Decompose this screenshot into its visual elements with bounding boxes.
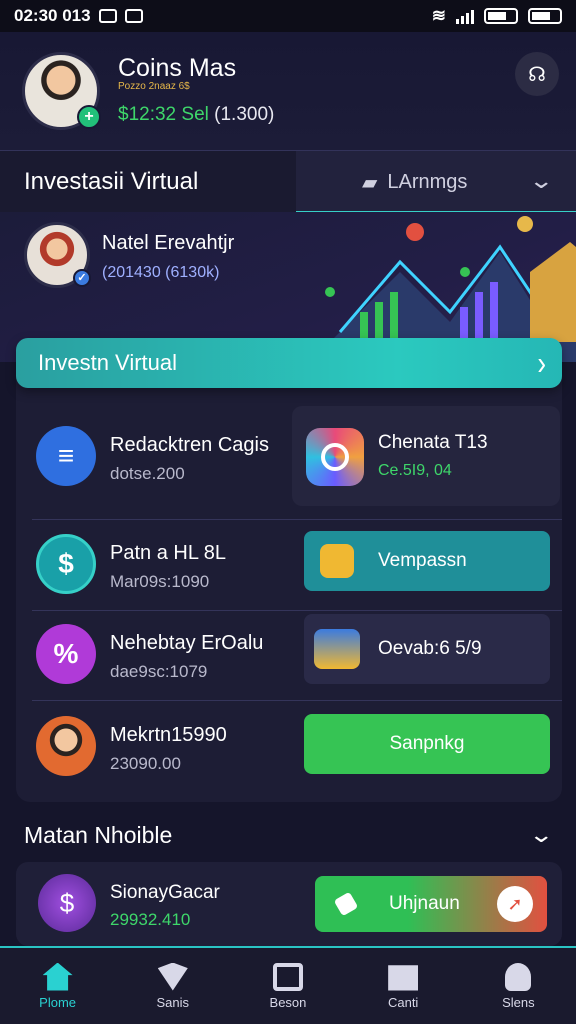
avatar-icon (36, 716, 96, 776)
plus-badge-icon: + (77, 105, 101, 129)
bottom-card-subtitle: 29932.410 (110, 910, 191, 929)
divider (32, 519, 562, 520)
section-title: Matan Nhoible (24, 822, 173, 848)
list-item[interactable]: ≡ Redacktren Cagis dotse.200 (32, 414, 292, 502)
investn-virtual-banner[interactable]: Investn Virtual › (16, 338, 562, 388)
nav-home[interactable]: Plome (13, 962, 103, 1010)
home-icon (42, 962, 73, 991)
user-name: Coins Mas (118, 54, 237, 82)
bottom-card-title: SionayGacar (110, 882, 220, 903)
box-icon (272, 962, 303, 991)
nav-slens[interactable]: Slens (473, 962, 563, 1010)
vempassn-label: Vempassn (378, 550, 467, 571)
list-item-title: Nehebtay ErOalu (110, 632, 264, 654)
envelope-icon (320, 544, 354, 578)
balance-extra: (1.300) (214, 104, 275, 125)
user-icon (505, 962, 532, 991)
list-item[interactable]: $ Patn a HL 8L Mar09s:1090 (32, 522, 292, 610)
uhjnaun-label: Uhjnaun (389, 893, 460, 914)
nav-sanis[interactable]: Sanis (128, 962, 218, 1010)
divider (32, 700, 562, 701)
camera-icon (306, 428, 364, 486)
notification-icon (98, 9, 117, 23)
message-icon (124, 9, 143, 23)
support-button[interactable]: ☊ (515, 52, 559, 96)
list-item-subtitle: Mar09s:1090 (110, 572, 210, 591)
shield-icon (157, 962, 188, 991)
hero-name: Natel Erevahtjr (102, 232, 235, 254)
tab-learnings[interactable]: ▰ LArnmgs (362, 151, 467, 213)
signal-icon (456, 8, 474, 24)
tab-bar: Investasii Virtual ▰ LArnmgs ⌄ (0, 150, 576, 213)
sanpnkg-button[interactable]: Sanpnkg (304, 714, 550, 774)
arrow-icon: ➚ (497, 886, 533, 922)
nav-canti[interactable]: Canti (358, 963, 448, 1010)
uhjnaun-button[interactable]: Uhjnaun ➚ (315, 876, 547, 932)
chevron-down-icon[interactable]: ⌄ (528, 168, 554, 194)
oevab-button[interactable]: Oevab:6 5/9 (304, 614, 550, 684)
list-item-title: Mekrtn15990 (110, 724, 227, 746)
coin-icon: $ (38, 874, 96, 932)
tile-subtitle: Ce.5I9, 04 (378, 462, 452, 479)
list-item[interactable]: % Nehebtay ErOalu dae9sc:1079 (32, 612, 292, 700)
news-icon (314, 629, 360, 669)
instagram-tile[interactable]: Chenata T13 Ce.5I9, 04 (292, 406, 560, 506)
battery-icon (484, 8, 518, 24)
verified-icon: ✓ (73, 269, 91, 287)
user-subtitle: Pozzo 2naaz 6$ (118, 81, 190, 92)
headset-icon: ☊ (528, 63, 546, 86)
battery-icon-2 (528, 8, 562, 24)
bottom-navigation: Plome Sanis Beson Canti Slens (0, 946, 576, 1024)
nav-label: Sanis (156, 994, 190, 1010)
chevron-right-icon: › (537, 343, 546, 383)
avatar[interactable]: + (22, 52, 101, 130)
list-item-subtitle: dotse.200 (110, 464, 185, 483)
balance-value: $12:32 Sel (118, 104, 209, 125)
chevron-down-icon[interactable]: ⌄ (528, 822, 554, 848)
vempassn-button[interactable]: Vempassn (304, 531, 550, 591)
mail-icon (388, 965, 419, 991)
profile-header: + Coins Mas Pozzo 2naaz 6$ $12:32 Sel (1… (0, 32, 576, 150)
key-icon (333, 891, 359, 917)
chat-icon: ≡ (36, 426, 96, 486)
bag-icon: ▰ (362, 171, 378, 194)
list-item[interactable]: Mekrtn15990 23090.00 (32, 704, 292, 792)
nav-beson[interactable]: Beson (243, 962, 333, 1010)
nav-label: Slens (502, 994, 535, 1010)
percent-icon: % (36, 624, 96, 684)
status-time: 02:30 013 (14, 6, 91, 25)
status-bar: 02:30 013 ≋ (0, 0, 576, 32)
divider (32, 610, 562, 611)
hero-avatar[interactable]: ✓ (24, 222, 91, 288)
tile-title: Chenata T13 (378, 432, 488, 453)
list-item-subtitle: 23090.00 (110, 754, 181, 773)
tab-investasi-virtual[interactable]: Investasii Virtual (0, 151, 296, 213)
hero-subtitle: (201430 (6130k) (102, 264, 220, 281)
tab-learnings-label: LArnmgs (387, 170, 468, 193)
list-item-title: Redacktren Cagis (110, 434, 269, 456)
user-balance: $12:32 Sel (1.300) (118, 104, 274, 126)
list-item-subtitle: dae9sc:1079 (110, 662, 208, 681)
nav-label: Plome (39, 994, 77, 1010)
banner-label: Investn Virtual (38, 350, 178, 375)
list-item-title: Patn a HL 8L (110, 542, 227, 564)
nav-label: Canti (387, 994, 419, 1010)
wifi-icon: ≋ (431, 6, 446, 25)
dollar-icon: $ (36, 534, 96, 594)
oevab-label: Oevab:6 5/9 (378, 638, 482, 659)
nav-label: Beson (269, 994, 307, 1010)
